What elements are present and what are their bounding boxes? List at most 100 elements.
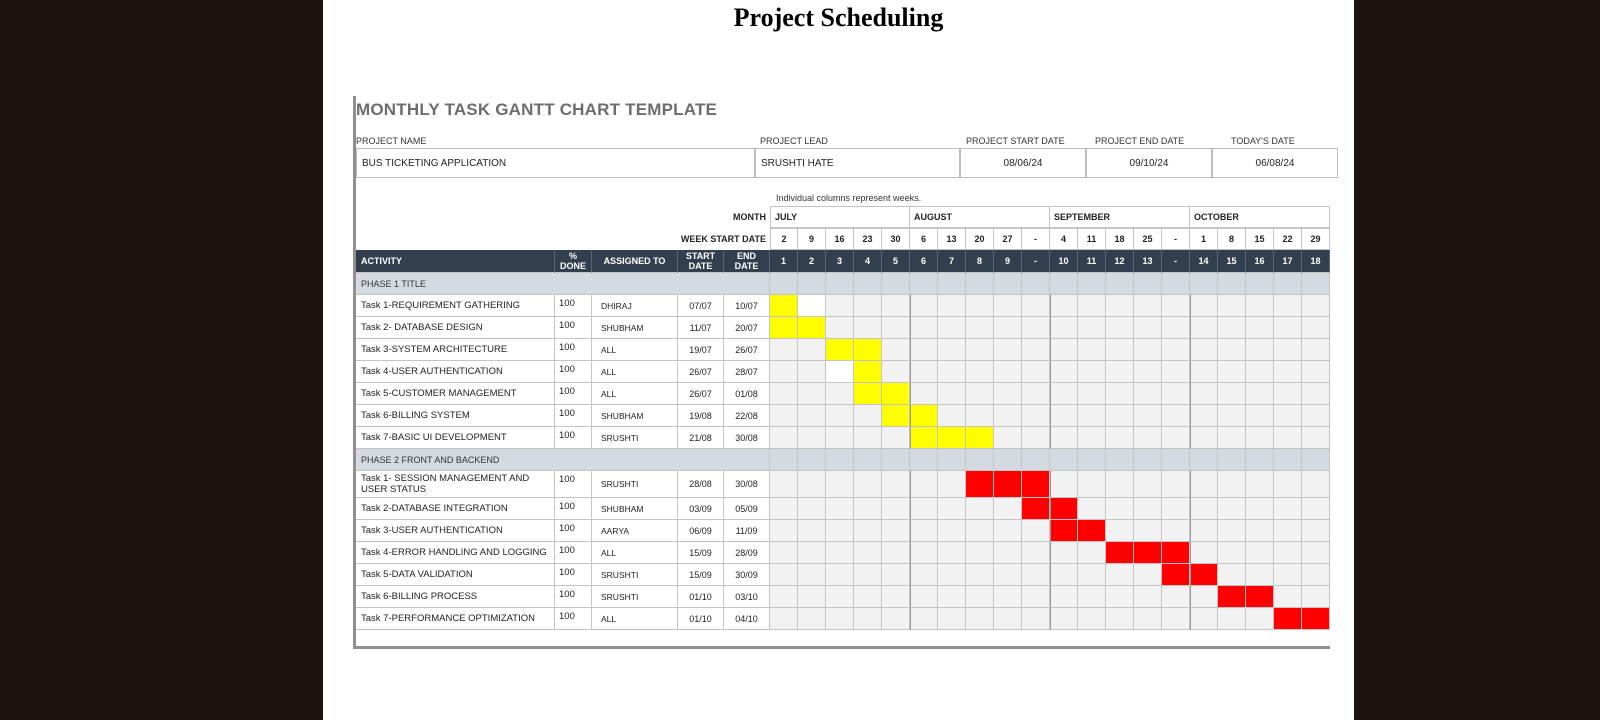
- gantt-cell: [1246, 520, 1274, 542]
- gantt-cell: [994, 295, 1022, 317]
- task-end-date: 28/07: [724, 361, 770, 383]
- gantt-cell: [1134, 339, 1162, 361]
- gantt-bar-cell: [966, 471, 994, 498]
- gantt-cell: [1190, 383, 1218, 405]
- gantt-cell: [966, 405, 994, 427]
- month-row-label: MONTH: [733, 212, 766, 222]
- gantt-cell: [938, 317, 966, 339]
- gantt-cell: [798, 405, 826, 427]
- gantt-cell: [1302, 295, 1330, 317]
- week-start-date: 2: [770, 228, 798, 250]
- task-end-date: 01/08: [724, 383, 770, 405]
- gantt-cell: [1190, 608, 1218, 630]
- phase-grid-cell: [1274, 449, 1302, 471]
- week-start-date: 27: [994, 228, 1022, 250]
- phase-grid-cell: [994, 449, 1022, 471]
- gantt-cell: [994, 586, 1022, 608]
- task-start-date: 15/09: [678, 564, 724, 586]
- gantt-cell: [938, 498, 966, 520]
- gantt-cell: [1162, 339, 1190, 361]
- gantt-cell: [1022, 427, 1050, 449]
- gantt-cell: [1274, 471, 1302, 498]
- phase-grid-cell: [1078, 273, 1106, 295]
- gantt-cell: [994, 564, 1022, 586]
- project-name-value: BUS TICKETING APPLICATION: [356, 148, 755, 178]
- phase-grid-cell: [1246, 273, 1274, 295]
- month-october: OCTOBER: [1190, 206, 1330, 228]
- phase-grid-cell: [1078, 449, 1106, 471]
- gantt-cell: [1190, 317, 1218, 339]
- week-start-date: 23: [854, 228, 882, 250]
- task-percent-done: 100: [555, 427, 592, 449]
- task-start-date: 11/07: [678, 317, 724, 339]
- month-july: JULY: [770, 206, 910, 228]
- gantt-cell: [994, 498, 1022, 520]
- gantt-cell: [1106, 520, 1134, 542]
- phase-grid-cell: [1106, 273, 1134, 295]
- gantt-bar-cell: [1106, 542, 1134, 564]
- gantt-cell: [1246, 383, 1274, 405]
- task-end-date: 10/07: [724, 295, 770, 317]
- gantt-cell: [910, 498, 938, 520]
- gantt-cell: [966, 564, 994, 586]
- gantt-cell: [966, 339, 994, 361]
- gantt-cell: [1162, 586, 1190, 608]
- gantt-cell: [1106, 405, 1134, 427]
- task-end-date: 22/08: [724, 405, 770, 427]
- gantt-cell: [1106, 361, 1134, 383]
- gantt-cell: [966, 542, 994, 564]
- gantt-cell: [910, 339, 938, 361]
- gantt-bar-cell: [770, 295, 798, 317]
- gantt-cell: [798, 383, 826, 405]
- task-name: Task 2-DATABASE INTEGRATION: [356, 498, 555, 520]
- gantt-cell: [826, 542, 854, 564]
- week-start-date: 6: [910, 228, 938, 250]
- week-number-header: 3: [826, 250, 854, 273]
- gantt-cell: [966, 295, 994, 317]
- phase-title: PHASE 2 FRONT AND BACKEND: [356, 449, 770, 471]
- gantt-cell: [1022, 317, 1050, 339]
- gantt-cell: [1022, 295, 1050, 317]
- gantt-bar-cell: [1134, 542, 1162, 564]
- phase-grid-cell: [1022, 449, 1050, 471]
- phase-grid-cell: [854, 449, 882, 471]
- gantt-cell: [1190, 295, 1218, 317]
- gantt-cell: [1162, 498, 1190, 520]
- task-percent-done: 100: [555, 405, 592, 427]
- task-start-date: 01/10: [678, 608, 724, 630]
- task-start-date: 28/08: [678, 471, 724, 498]
- task-percent-done: 100: [555, 383, 592, 405]
- gantt-bar-cell: [882, 405, 910, 427]
- gantt-bar-cell: [1162, 542, 1190, 564]
- gantt-cell: [1106, 471, 1134, 498]
- task-assigned-to: SHUBHAM: [592, 405, 678, 427]
- task-end-date: 11/09: [724, 520, 770, 542]
- task-start-date: 01/10: [678, 586, 724, 608]
- gantt-cell: [1050, 317, 1078, 339]
- gantt-cell: [1274, 295, 1302, 317]
- week-start-date: 8: [1218, 228, 1246, 250]
- column-header-end: END DATE: [724, 250, 770, 273]
- week-number-header: 12: [1106, 250, 1134, 273]
- document-title: Project Scheduling: [733, 3, 944, 32]
- gantt-cell: [1274, 520, 1302, 542]
- week-number-header: 16: [1246, 250, 1274, 273]
- gantt-cell: [1246, 405, 1274, 427]
- gantt-cell: [1302, 564, 1330, 586]
- task-name: Task 4-ERROR HANDLING AND LOGGING: [356, 542, 555, 564]
- gantt-cell: [1050, 405, 1078, 427]
- phase-grid-cell: [882, 273, 910, 295]
- gantt-bar-cell: [854, 383, 882, 405]
- gantt-cell: [770, 427, 798, 449]
- task-assigned-to: SHUBHAM: [592, 317, 678, 339]
- gantt-cell: [854, 608, 882, 630]
- gantt-cell: [994, 520, 1022, 542]
- gantt-cell: [1022, 361, 1050, 383]
- phase-grid-cell: [1050, 449, 1078, 471]
- gantt-cell: [1078, 542, 1106, 564]
- gantt-cell: [1302, 520, 1330, 542]
- gantt-cell: [910, 471, 938, 498]
- task-end-date: 28/09: [724, 542, 770, 564]
- task-start-date: 26/07: [678, 361, 724, 383]
- gantt-cell: [826, 520, 854, 542]
